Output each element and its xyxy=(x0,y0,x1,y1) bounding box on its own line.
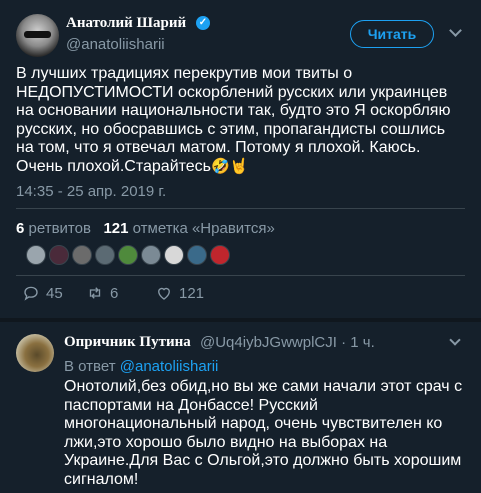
divider xyxy=(16,208,465,209)
tweet-timestamp[interactable]: 14:35 - 25 апр. 2019 г. xyxy=(16,183,166,200)
tweet-actions: 45 6 121 xyxy=(0,284,481,304)
liker-avatar[interactable] xyxy=(187,245,207,265)
reply-text: Онотолий,без обид,но вы же сами начали э… xyxy=(64,378,463,488)
main-tweet: Анатолий Шарий ✓ @anatoliisharii Читать … xyxy=(0,0,481,318)
reply-tweet: Опричник Путина @Uq4iybJGwwplCJI · 1 ч. … xyxy=(0,322,481,493)
retweet-action[interactable]: 6 xyxy=(86,284,118,302)
retweet-count: 6 xyxy=(110,284,119,302)
retweets-count: 6 xyxy=(16,220,25,237)
avatar[interactable] xyxy=(16,14,59,57)
reply-action[interactable]: 45 xyxy=(22,284,63,302)
liker-avatar[interactable] xyxy=(164,245,184,265)
reply-count: 45 xyxy=(46,284,63,302)
reply-author-display-name[interactable]: Опричник Путина xyxy=(64,334,191,351)
chevron-down-icon[interactable] xyxy=(449,24,462,37)
like-count: 121 xyxy=(179,284,205,302)
emoji-laughing-rock-icon: 🤣🤘 xyxy=(211,157,249,175)
engagement-stats: 6 ретвитов 121 отметка «Нравится» xyxy=(16,220,275,237)
liker-avatar[interactable] xyxy=(141,245,161,265)
liker-avatar[interactable] xyxy=(95,245,115,265)
liker-avatar[interactable] xyxy=(72,245,92,265)
follow-button[interactable]: Читать xyxy=(350,20,434,48)
likes-count: 121 xyxy=(103,220,129,237)
chevron-down-icon[interactable] xyxy=(449,334,461,346)
liker-avatar[interactable] xyxy=(26,245,46,265)
verified-badge-icon: ✓ xyxy=(196,16,210,30)
likes-stat[interactable]: 121 отметка «Нравится» xyxy=(103,220,274,237)
divider xyxy=(16,275,465,276)
liker-avatar[interactable] xyxy=(49,245,69,265)
like-action[interactable]: 121 xyxy=(155,284,204,302)
likes-label: отметка «Нравится» xyxy=(132,220,275,237)
author-display-name[interactable]: Анатолий Шарий xyxy=(66,15,186,32)
tweet-text: В лучших традициях перекрутив мои твиты … xyxy=(16,65,466,176)
reply-mention-link[interactable]: @anatoliisharii xyxy=(120,358,219,375)
sunglasses-graphic xyxy=(24,31,51,38)
liker-avatar[interactable] xyxy=(210,245,230,265)
author-handle[interactable]: @anatoliisharii xyxy=(66,36,165,53)
reply-author-handle[interactable]: @Uq4iybJGwwplCJI · 1 ч. xyxy=(200,334,375,351)
retweets-stat[interactable]: 6 ретвитов xyxy=(16,220,91,237)
avatar[interactable] xyxy=(16,334,54,372)
in-reply-prefix: В ответ xyxy=(64,358,116,375)
in-reply-to: В ответ @anatoliisharii xyxy=(64,358,218,375)
retweet-icon xyxy=(89,287,101,299)
reply-icon xyxy=(24,286,38,301)
liker-avatar[interactable] xyxy=(118,245,138,265)
retweets-label: ретвитов xyxy=(28,220,91,237)
heart-icon xyxy=(158,287,170,300)
